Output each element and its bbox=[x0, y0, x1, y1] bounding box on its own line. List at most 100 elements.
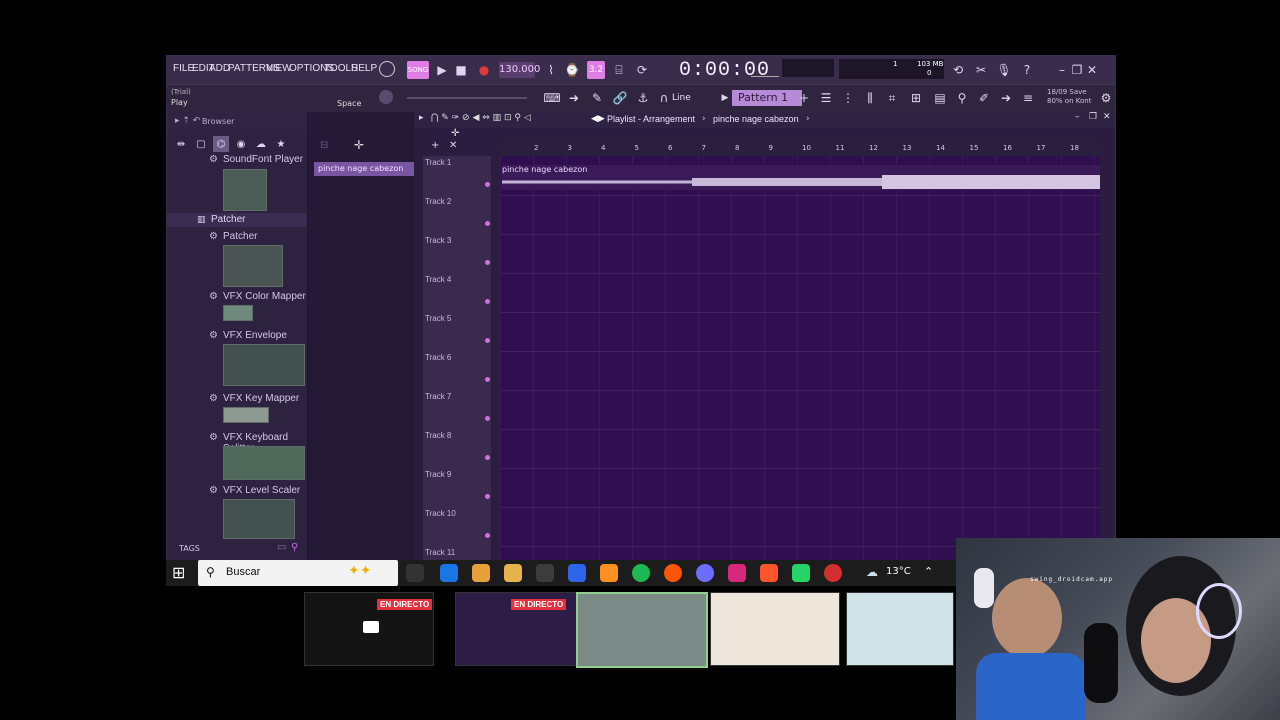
folder-icon[interactable]: ▭ bbox=[277, 542, 286, 553]
menu-help[interactable]: HELP bbox=[351, 63, 377, 74]
browser-plugins-icon[interactable]: ⌬ bbox=[213, 136, 229, 152]
file-explorer-icon[interactable] bbox=[504, 564, 522, 582]
tempo-display[interactable]: 130.000 bbox=[499, 62, 540, 78]
discord-icon[interactable] bbox=[696, 564, 714, 582]
weather-temp[interactable]: 13°C bbox=[886, 566, 911, 577]
audio-clip[interactable]: pinche nage cabezon bbox=[502, 165, 1100, 190]
thumbnail-window-4[interactable] bbox=[710, 592, 840, 666]
plugin-thumbnail[interactable] bbox=[223, 344, 305, 386]
task-view-icon[interactable] bbox=[406, 564, 424, 582]
add-track-icon[interactable]: + bbox=[431, 140, 439, 151]
undo-history-icon[interactable]: ⟲ bbox=[949, 61, 967, 79]
track-mute-icon[interactable] bbox=[485, 299, 490, 304]
picker-add-icon[interactable]: ✛ bbox=[354, 138, 364, 152]
app-icon[interactable] bbox=[536, 564, 554, 582]
master-volume-knob[interactable] bbox=[379, 61, 395, 77]
brush-icon[interactable]: ✐ bbox=[975, 89, 993, 107]
step-edit-icon[interactable]: ⌸ bbox=[610, 61, 628, 79]
browser-cloud-icon[interactable]: ☁ bbox=[253, 136, 269, 152]
record-button[interactable]: ● bbox=[475, 61, 493, 79]
countdown-icon[interactable]: 3.2 bbox=[587, 61, 605, 79]
track-mute-icon[interactable] bbox=[485, 338, 490, 343]
track-mute-icon[interactable] bbox=[485, 494, 490, 499]
plugin-thumbnail[interactable] bbox=[223, 499, 295, 539]
picker-icon[interactable]: ⊟ bbox=[320, 140, 328, 151]
play-button[interactable]: ▶ bbox=[433, 61, 451, 79]
menu-view[interactable]: VIEW bbox=[266, 63, 292, 74]
master-pitch-slider[interactable] bbox=[407, 97, 527, 99]
arrow-out-icon[interactable]: ➔ bbox=[997, 89, 1015, 107]
track-label[interactable]: Track 2 bbox=[425, 197, 451, 206]
track-label[interactable]: Track 6 bbox=[425, 353, 451, 362]
soundcloud-icon[interactable] bbox=[664, 564, 682, 582]
track-mute-icon[interactable] bbox=[485, 260, 490, 265]
magnet-icon[interactable]: ∩ bbox=[655, 89, 673, 107]
track-mute-icon[interactable] bbox=[485, 182, 490, 187]
spotify-icon[interactable] bbox=[632, 564, 650, 582]
stamp-icon[interactable]: ⚓ bbox=[634, 89, 652, 107]
close-window-icon[interactable]: ✕ bbox=[1083, 61, 1101, 79]
track-mute-icon[interactable] bbox=[485, 377, 490, 382]
taskbar-search-box[interactable]: ⚲ Buscar ✦✦ bbox=[198, 560, 398, 586]
menu-add[interactable]: ADD bbox=[209, 63, 230, 74]
chevron-up-icon[interactable]: ⌃ bbox=[924, 565, 933, 578]
playlist-close-icon[interactable]: ✕ bbox=[1103, 112, 1111, 122]
remove-track-icon[interactable]: ✕ bbox=[449, 140, 457, 151]
picker-pattern-item[interactable]: pinche nage cabezon bbox=[314, 162, 414, 176]
browser-item[interactable]: VFX Envelope bbox=[223, 330, 287, 341]
app-red-icon[interactable] bbox=[824, 564, 842, 582]
browser-item[interactable]: SoundFont Player bbox=[223, 154, 303, 165]
loop-record-icon[interactable]: ⟳ bbox=[633, 61, 651, 79]
track-label[interactable]: Track 1 bbox=[425, 158, 451, 167]
track-label[interactable]: Track 4 bbox=[425, 275, 451, 284]
playlist-icon[interactable]: ☰ bbox=[817, 89, 835, 107]
menu-file[interactable]: FILE bbox=[173, 63, 194, 74]
track-mute-icon[interactable] bbox=[485, 533, 490, 538]
pencil-icon[interactable]: ✎ bbox=[588, 89, 606, 107]
thumbnail-window-1[interactable]: EN DIRECTO bbox=[304, 592, 434, 666]
plugin-thumbnail[interactable] bbox=[223, 446, 305, 480]
stop-button[interactable]: ■ bbox=[452, 61, 470, 79]
arrange-arrow-icon[interactable]: ◀▶ bbox=[591, 114, 605, 124]
store-icon[interactable] bbox=[440, 564, 458, 582]
menu-lines-icon[interactable]: ≡ bbox=[1019, 89, 1037, 107]
song-mode-toggle[interactable]: SONG bbox=[407, 61, 429, 79]
browser-item[interactable]: VFX Color Mapper bbox=[223, 291, 306, 302]
browser-collapse-icon[interactable]: ⇹ bbox=[173, 136, 189, 152]
zoom-icon[interactable]: ✛ bbox=[451, 128, 459, 139]
breadcrumb-playlist[interactable]: Playlist - Arrangement bbox=[607, 114, 695, 124]
track-mute-icon[interactable] bbox=[485, 416, 490, 421]
arrow-right-icon[interactable]: ➜ bbox=[565, 89, 583, 107]
plugin-thumbnail[interactable] bbox=[223, 245, 283, 287]
search-icon[interactable]: ⚲ bbox=[291, 542, 298, 553]
plugin-thumbnail[interactable] bbox=[223, 305, 253, 321]
track-label[interactable]: Track 8 bbox=[425, 431, 451, 440]
browser-folder-patcher[interactable]: ▥ Patcher bbox=[167, 213, 307, 227]
plugin-thumbnail[interactable] bbox=[223, 169, 267, 211]
track-mute-icon[interactable] bbox=[485, 221, 490, 226]
breadcrumb-pattern[interactable]: pinche nage cabezon bbox=[713, 114, 799, 124]
zoom-app-icon[interactable] bbox=[568, 564, 586, 582]
timeline-ruler[interactable]: 2 3 4 5 6 7 8 9 10 11 12 13 14 15 16 17 18 bbox=[500, 142, 1100, 156]
browser-favorites-icon[interactable]: ★ bbox=[273, 136, 289, 152]
playlist-minimize-icon[interactable]: – bbox=[1075, 112, 1080, 122]
news-panel[interactable]: 18/09 Save 80% on Kont bbox=[1047, 88, 1095, 106]
playlist-restore-icon[interactable]: ❐ bbox=[1089, 112, 1097, 122]
wait-for-input-icon[interactable]: ⌚ bbox=[563, 61, 581, 79]
playlist-tools-icons[interactable]: ⋂ ✎ ✑ ⊘ ◀ ⇔ ▥ ⊡ ⚲ ◁ bbox=[431, 113, 531, 123]
piano-roll-icon[interactable]: ⌗ bbox=[883, 89, 901, 107]
track-label[interactable]: Track 3 bbox=[425, 236, 451, 245]
pattern-selector[interactable]: Pattern 1 bbox=[732, 90, 802, 106]
browser-item[interactable]: Patcher bbox=[223, 231, 257, 242]
news-settings-icon[interactable]: ⚙ bbox=[1097, 89, 1115, 107]
playlist-play-icon[interactable]: ▸ bbox=[419, 113, 424, 123]
track-label[interactable]: Track 7 bbox=[425, 392, 451, 401]
snap-selector[interactable]: Line bbox=[672, 93, 691, 103]
track-label[interactable]: Track 5 bbox=[425, 314, 451, 323]
mixer-icon[interactable]: ⫼ bbox=[861, 89, 879, 107]
help-icon[interactable]: ? bbox=[1018, 61, 1036, 79]
link-icon[interactable]: 🔗 bbox=[611, 89, 629, 107]
add-pattern-icon[interactable]: + bbox=[795, 89, 813, 107]
browser-files-icon[interactable]: ▢ bbox=[193, 136, 209, 152]
tools-icon[interactable]: ✂ bbox=[972, 61, 990, 79]
